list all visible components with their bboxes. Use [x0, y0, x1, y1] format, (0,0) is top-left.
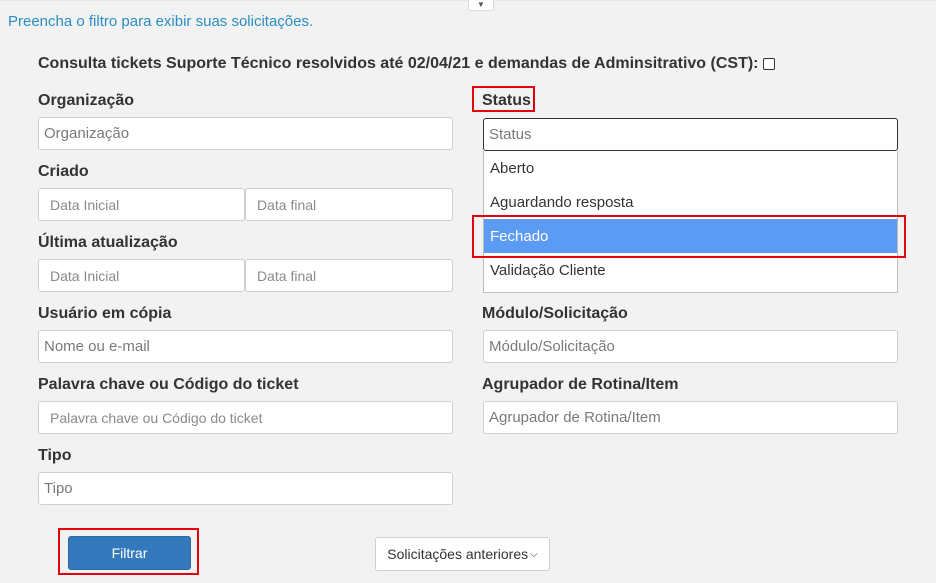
solicitacoes-anteriores-label: Solicitações anteriores [387, 546, 529, 562]
criado-start-date[interactable]: Data Inicial [38, 188, 245, 221]
organizacao-label: Organização [38, 92, 135, 109]
atualizacao-start-date[interactable]: Data Inicial [38, 259, 245, 292]
caret-down-icon: ▼ [477, 0, 485, 9]
usuario-copia-label: Usuário em cópia [38, 305, 172, 322]
filter-hint: Preencha o filtro para exibir suas solic… [8, 13, 314, 30]
organizacao-input[interactable]: Organização [38, 117, 453, 150]
chevron-down-icon: ⌵ [530, 548, 538, 560]
filtrar-button[interactable]: Filtrar [68, 536, 191, 570]
palavra-chave-label: Palavra chave ou Código do ticket [38, 376, 299, 393]
tipo-input[interactable]: Tipo [38, 472, 453, 505]
agrupador-input[interactable]: Agrupador de Rotina/Item [483, 401, 898, 434]
cst-row: Consulta tickets Suporte Técnico resolvi… [38, 55, 775, 73]
criado-end-date[interactable]: Data final [245, 188, 453, 221]
status-option-validacao[interactable]: Validação Cliente [484, 253, 897, 287]
usuario-copia-input[interactable]: Nome ou e-mail [38, 330, 453, 363]
modulo-input[interactable]: Módulo/Solicitação [483, 330, 898, 363]
agrupador-label: Agrupador de Rotina/Item [482, 376, 679, 393]
cst-label: Consulta tickets Suporte Técnico resolvi… [38, 55, 759, 72]
ultima-atualizacao-label: Última atualização [38, 234, 178, 251]
status-option-aberto[interactable]: Aberto [484, 151, 897, 185]
modulo-label: Módulo/Solicitação [482, 305, 628, 322]
status-label-highlight [472, 86, 535, 112]
collapse-toggle[interactable]: ▼ [468, 0, 494, 11]
fechado-highlight [472, 215, 906, 258]
status-option-aguardando[interactable]: Aguardando resposta [484, 185, 897, 219]
cst-checkbox[interactable] [762, 58, 775, 70]
criado-label: Criado [38, 163, 89, 180]
tipo-label: Tipo [38, 447, 72, 464]
atualizacao-end-date[interactable]: Data final [245, 259, 453, 292]
solicitacoes-anteriores-button[interactable]: Solicitações anteriores ⌵ [375, 537, 550, 571]
palavra-chave-input[interactable]: Palavra chave ou Código do ticket [38, 401, 453, 434]
filter-form: ▼ Preencha o filtro para exibir suas sol… [0, 0, 936, 583]
status-select[interactable]: Status [483, 118, 898, 151]
